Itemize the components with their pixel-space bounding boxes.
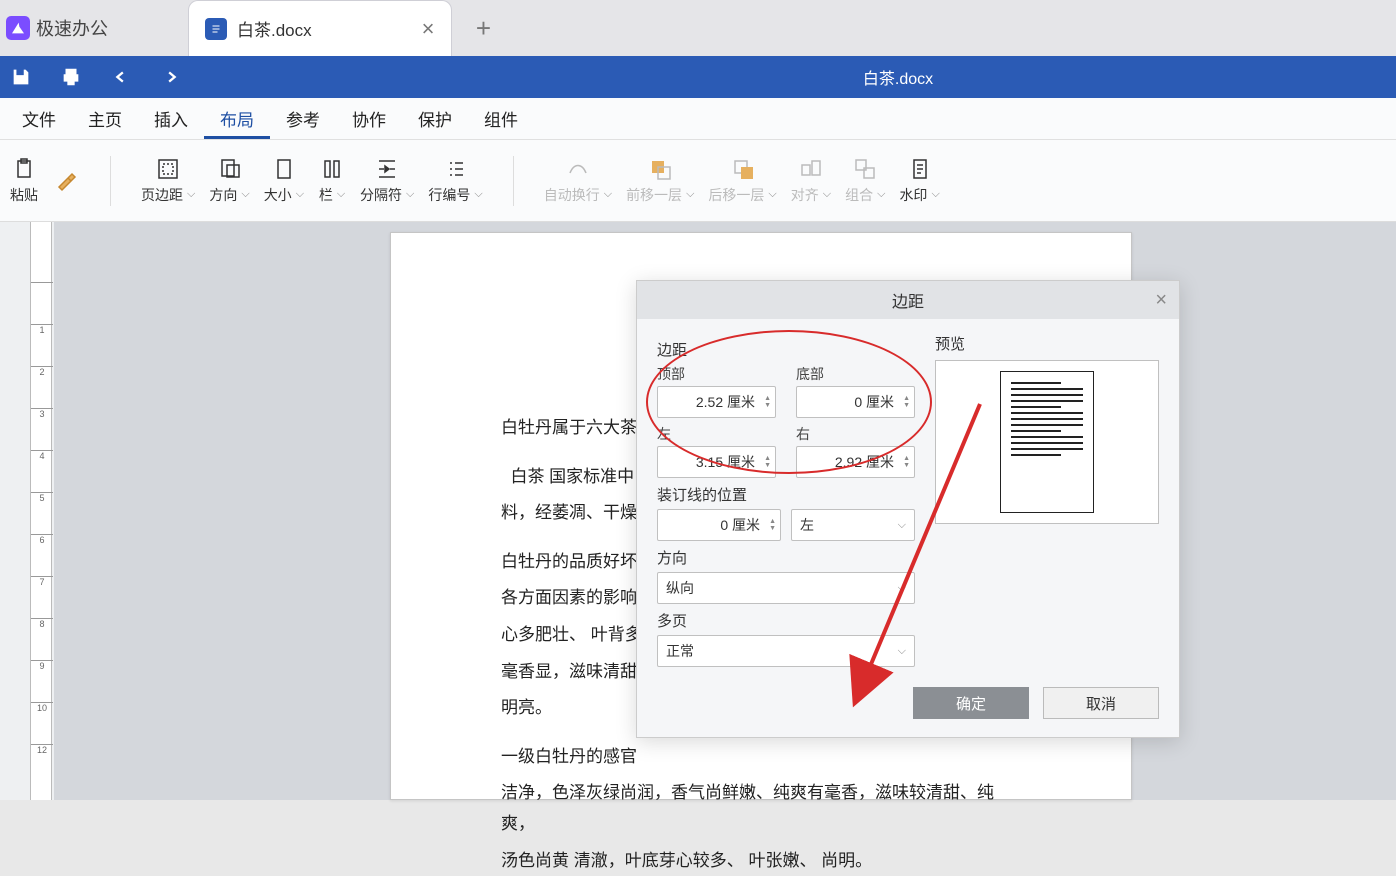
gutter-position-select[interactable]: 左 [791, 509, 915, 541]
margins-button[interactable]: 页边距 [141, 157, 195, 205]
right-label: 右 [796, 424, 915, 444]
menu-cooperate[interactable]: 协作 [336, 98, 402, 139]
app-icon [6, 16, 30, 40]
multipage-select[interactable]: 正常 [657, 635, 915, 667]
titlebar: 极速办公 白茶.docx × + [0, 0, 1396, 56]
group-button: 组合 [845, 157, 885, 205]
ribbon: 粘贴 页边距 方向 大小 栏 分隔符 行编号 [0, 140, 1396, 222]
paragraph: 汤色尚黄 清澈，叶底芽心较多、 叶张嫩、 尚明。 [501, 846, 1021, 876]
paste-button[interactable]: 粘贴 [10, 157, 38, 205]
print-icon[interactable] [60, 66, 82, 88]
close-dialog-icon[interactable]: × [1155, 289, 1167, 312]
section-gutter: 装订线的位置 [657, 484, 915, 505]
ok-button[interactable]: 确定 [913, 687, 1029, 719]
document-tab[interactable]: 白茶.docx × [188, 0, 452, 56]
left-margin-input[interactable]: 3.15 厘米▲▼ [657, 446, 776, 478]
send-backward-button: 后移一层 [708, 157, 776, 205]
undo-icon[interactable] [110, 66, 132, 88]
dialog-title: 边距 [892, 288, 924, 312]
dialog-titlebar: 边距 × [637, 281, 1179, 319]
section-orientation: 方向 [657, 547, 915, 568]
align-button: 对齐 [791, 157, 831, 205]
section-multipage: 多页 [657, 610, 915, 631]
doc-icon [205, 18, 227, 40]
format-painter-button[interactable] [52, 169, 80, 193]
menubar: 文件 主页 插入 布局 参考 协作 保护 组件 [0, 98, 1396, 140]
left-label: 左 [657, 424, 776, 444]
paragraph: 一级白牡丹的感官 [501, 742, 1021, 773]
bottom-label: 底部 [796, 364, 915, 384]
right-margin-input[interactable]: 2.92 厘米▲▼ [796, 446, 915, 478]
document-title: 白茶.docx [863, 65, 933, 89]
cancel-button[interactable]: 取消 [1043, 687, 1159, 719]
menu-reference[interactable]: 参考 [270, 98, 336, 139]
menu-insert[interactable]: 插入 [138, 98, 204, 139]
size-button[interactable]: 大小 [264, 157, 304, 205]
close-tab-icon[interactable]: × [422, 16, 435, 42]
orientation-button[interactable]: 方向 [209, 157, 249, 205]
tab-title: 白茶.docx [237, 16, 312, 41]
redo-icon[interactable] [160, 66, 182, 88]
margins-dialog: 边距 × 边距 顶部 2.52 厘米▲▼ 底部 0 厘米▲▼ 左 3.15 厘米… [636, 280, 1180, 738]
orientation-select[interactable]: 纵向 [657, 572, 915, 604]
new-tab-button[interactable]: + [462, 6, 506, 50]
section-margins: 边距 [657, 339, 915, 360]
line-numbers-button[interactable]: 行编号 [428, 157, 482, 205]
bring-forward-button: 前移一层 [626, 157, 694, 205]
gutter-input[interactable]: 0 厘米▲▼ [657, 509, 781, 541]
vertical-ruler: 1 2 3 4 5 6 7 8 9 10 12 [0, 222, 54, 800]
top-label: 顶部 [657, 364, 776, 384]
paragraph: 洁净，色泽灰绿尚润，香气尚鲜嫩、纯爽有毫香，滋味较清甜、纯爽， [501, 778, 1021, 839]
app-name: 极速办公 [36, 15, 108, 41]
quick-access-toolbar: 白茶.docx [0, 56, 1396, 98]
columns-button[interactable]: 栏 [318, 157, 346, 205]
menu-home[interactable]: 主页 [72, 98, 138, 139]
menu-file[interactable]: 文件 [6, 98, 72, 139]
menu-protect[interactable]: 保护 [402, 98, 468, 139]
breaks-button[interactable]: 分隔符 [360, 157, 414, 205]
preview-box [935, 360, 1159, 524]
watermark-button[interactable]: 水印 [899, 157, 939, 205]
preview-label: 预览 [935, 333, 1159, 354]
preview-page-icon [1000, 371, 1094, 513]
menu-plugin[interactable]: 组件 [468, 98, 534, 139]
menu-layout[interactable]: 布局 [204, 98, 270, 139]
top-margin-input[interactable]: 2.52 厘米▲▼ [657, 386, 776, 418]
autowrap-button: 自动换行 [544, 157, 612, 205]
bottom-margin-input[interactable]: 0 厘米▲▼ [796, 386, 915, 418]
save-icon[interactable] [10, 66, 32, 88]
